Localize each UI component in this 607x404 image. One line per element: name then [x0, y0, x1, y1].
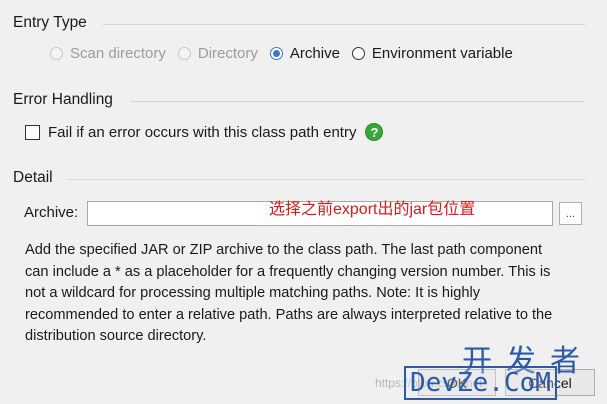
- radio-archive-label[interactable]: Archive: [290, 45, 340, 62]
- help-icon[interactable]: ?: [365, 123, 384, 141]
- fail-on-error-checkbox[interactable]: [25, 124, 40, 140]
- radio-directory: Directory: [177, 45, 258, 62]
- detail-title: Detail: [13, 169, 53, 186]
- radio-scan-directory-label: Scan directory: [70, 45, 166, 62]
- radio-archive[interactable]: Archive: [269, 45, 340, 62]
- radio-directory-dot: [177, 47, 191, 60]
- entry-type-radio-group: Scan directory Directory Archive Environ…: [50, 45, 525, 62]
- radio-environment-variable-label[interactable]: Environment variable: [372, 45, 513, 62]
- radio-directory-label: Directory: [197, 45, 258, 62]
- entry-type-divider: [103, 24, 585, 25]
- error-handling-title: Error Handling: [13, 91, 113, 108]
- faint-watermark: https://blog.csdn.net: [375, 376, 483, 390]
- archive-description: Add the specified JAR or ZIP archive to …: [25, 242, 553, 344]
- entry-type-title: Entry Type: [13, 14, 87, 31]
- error-handling-divider: [130, 101, 585, 102]
- radio-environment-variable-dot[interactable]: [351, 47, 365, 60]
- fail-on-error-row[interactable]: Fail if an error occurs with this class …: [25, 123, 384, 141]
- cancel-button[interactable]: Cancel: [505, 369, 595, 396]
- radio-scan-directory: Scan directory: [50, 45, 166, 62]
- radio-archive-dot[interactable]: [269, 47, 283, 60]
- detail-divider: [68, 179, 585, 180]
- radio-environment-variable[interactable]: Environment variable: [351, 45, 513, 62]
- fail-on-error-label[interactable]: Fail if an error occurs with this class …: [48, 124, 356, 141]
- annotation-note: 选择之前export出的jar包位置: [269, 201, 476, 218]
- browse-button[interactable]: ...: [559, 202, 582, 225]
- archive-label: Archive:: [24, 204, 79, 221]
- radio-scan-directory-dot: [50, 47, 63, 60]
